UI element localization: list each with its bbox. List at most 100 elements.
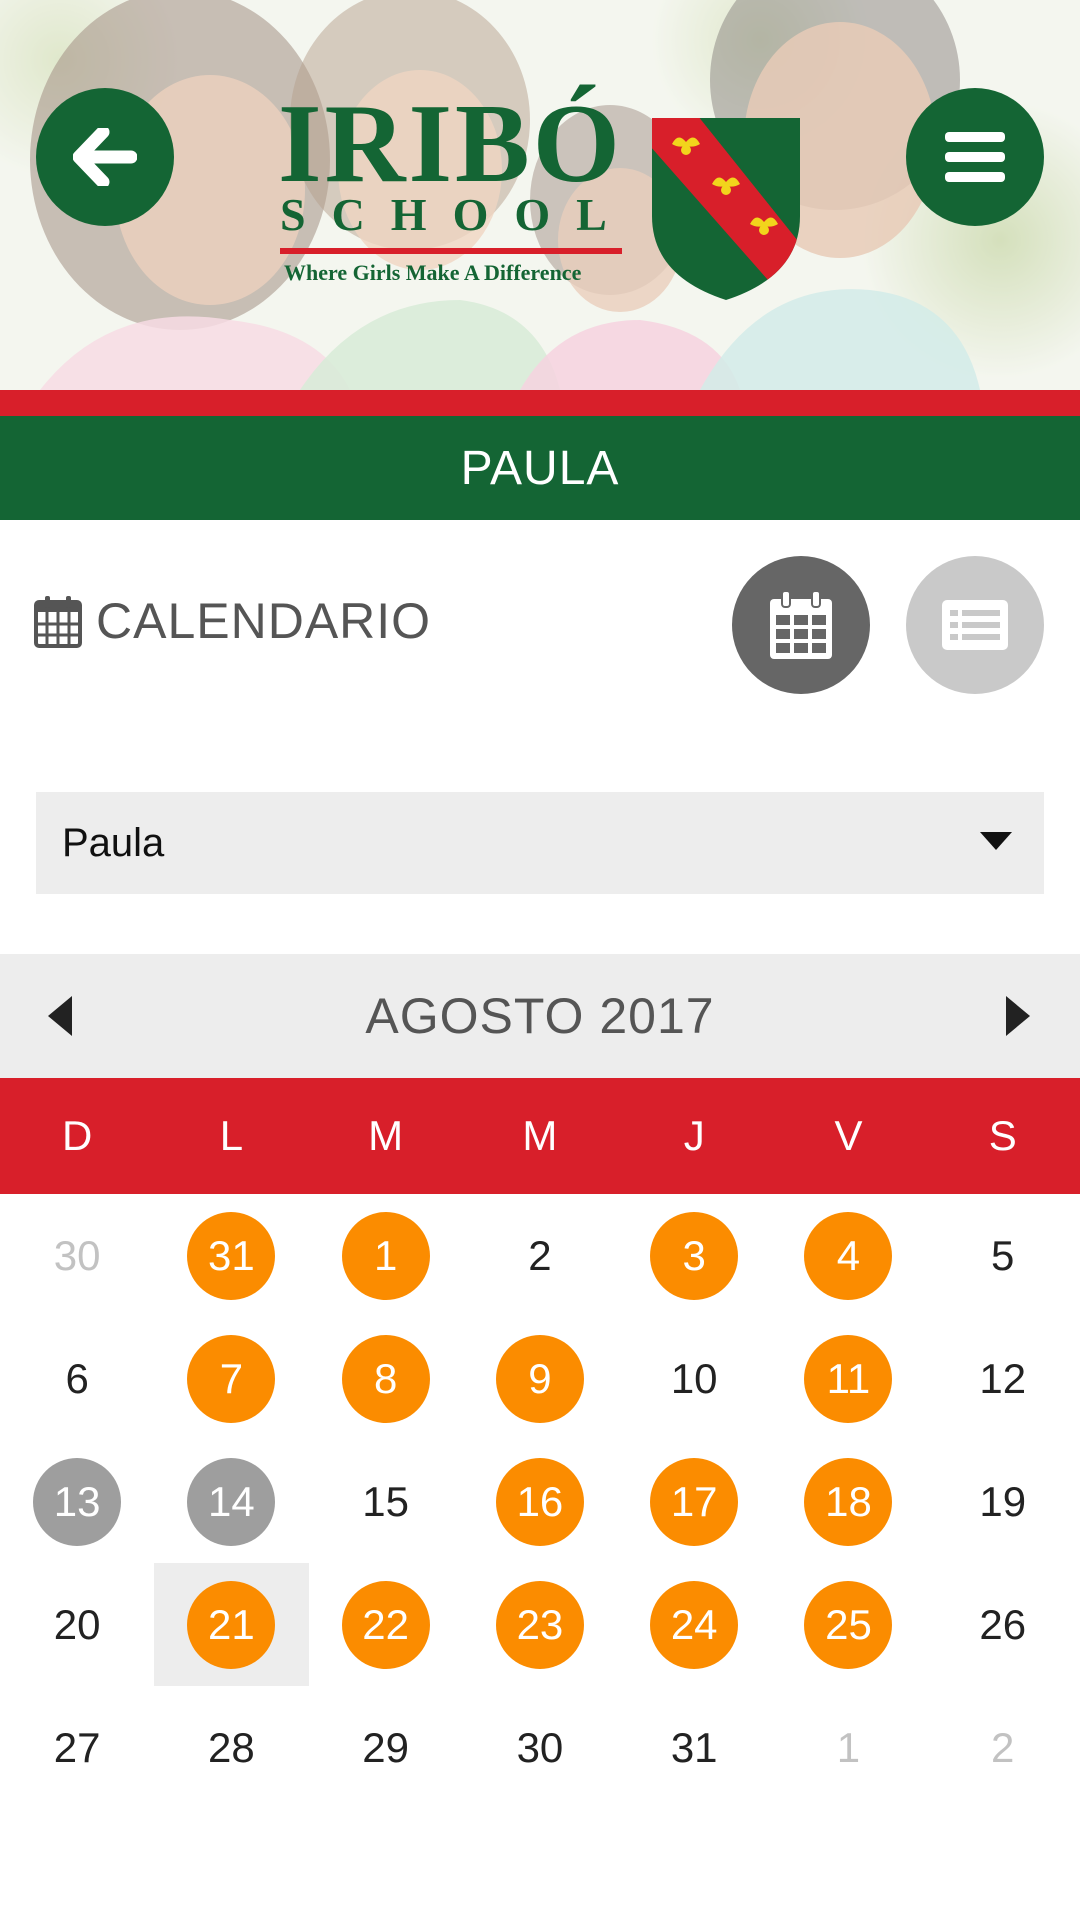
calendar-day-number: 29 — [362, 1723, 410, 1771]
calendar-day[interactable]: 13 — [0, 1440, 154, 1563]
calendar-day[interactable]: 9 — [463, 1317, 617, 1440]
header: IRIBÓ SCHOOL Where Girls Make A Differen… — [0, 0, 1080, 390]
calendar-day-today[interactable]: 21 — [154, 1563, 309, 1686]
calendar-day[interactable]: 31 — [617, 1686, 771, 1809]
list-view-button[interactable] — [906, 556, 1044, 694]
calendar-day-number: 2 — [991, 1723, 1015, 1771]
calendar-day[interactable]: 20 — [0, 1563, 154, 1686]
calendar-day-number: 22 — [341, 1580, 430, 1669]
calendar-day-number: 25 — [804, 1580, 893, 1669]
calendar-day[interactable]: 1 — [309, 1194, 463, 1317]
calendar-day[interactable]: 29 — [309, 1686, 463, 1809]
calendar-day-number: 2 — [528, 1231, 552, 1279]
calendar-day-number: 20 — [53, 1600, 101, 1648]
logo-wordmark: IRIBÓ — [278, 82, 623, 206]
caret-down-icon — [980, 832, 1012, 850]
next-month-button[interactable] — [1006, 996, 1030, 1036]
calendar-day-number: 11 — [804, 1334, 893, 1423]
calendar-day-number: 4 — [804, 1211, 893, 1300]
calendar-day[interactable]: 22 — [309, 1563, 463, 1686]
calendar-day[interactable]: 11 — [771, 1317, 925, 1440]
calendar-day[interactable]: 10 — [617, 1317, 771, 1440]
calendar-day[interactable]: 30 — [463, 1686, 617, 1809]
calendar-day[interactable]: 2 — [926, 1686, 1080, 1809]
calendar-day-number: 13 — [33, 1457, 122, 1546]
calendar-day-number: 15 — [362, 1477, 410, 1525]
calendar-grid-icon — [770, 590, 832, 659]
calendar-week-row: 6 7 8 9 10 11 12 — [0, 1317, 1080, 1440]
calendar-day-number: 16 — [495, 1457, 584, 1546]
calendar-day-number: 17 — [650, 1457, 739, 1546]
calendar-week-row: 30 31 1 2 3 4 5 — [0, 1194, 1080, 1317]
calendar-day[interactable]: 24 — [617, 1563, 771, 1686]
calendar-day[interactable]: 12 — [926, 1317, 1080, 1440]
student-select[interactable]: Paula — [36, 792, 1044, 894]
calendar-day[interactable]: 2 — [463, 1194, 617, 1317]
calendar-day[interactable]: 7 — [154, 1317, 308, 1440]
calendar-day[interactable]: 1 — [771, 1686, 925, 1809]
calendar-day[interactable]: 30 — [0, 1194, 154, 1317]
calendar-day-number: 6 — [65, 1354, 89, 1402]
calendar-day-number: 10 — [670, 1354, 718, 1402]
calendar-day-number: 19 — [979, 1477, 1027, 1525]
calendar-day[interactable]: 19 — [926, 1440, 1080, 1563]
weekday-label: V — [834, 1112, 863, 1159]
calendar-day[interactable]: 25 — [771, 1563, 925, 1686]
calendar-day-number: 5 — [991, 1231, 1015, 1279]
calendar-day[interactable]: 3 — [617, 1194, 771, 1317]
calendar-day-number: 1 — [836, 1723, 861, 1771]
weekday-label: D — [61, 1112, 93, 1159]
calendar-day[interactable]: 16 — [463, 1440, 617, 1563]
calendar-day[interactable]: 6 — [0, 1317, 154, 1440]
calendar-day-number: 12 — [979, 1354, 1027, 1402]
calendar-grid: 30 31 1 2 3 4 5 6 7 8 9 10 11 12 13 14 15 16 17 18 19 20 21 22 2… — [0, 1194, 1080, 1809]
weekday-header: D L M M J V S — [0, 1078, 1080, 1194]
calendar-day[interactable]: 5 — [926, 1194, 1080, 1317]
calendar-day[interactable]: 18 — [771, 1440, 925, 1563]
calendar-day[interactable]: 14 — [154, 1440, 308, 1563]
student-select-value: Paula — [62, 820, 165, 865]
calendar-icon — [34, 596, 82, 648]
arrow-left-icon — [73, 128, 137, 186]
calendar-day-number: 31 — [187, 1211, 276, 1300]
student-name-bar: PAULA — [0, 416, 1080, 520]
logo-rule — [280, 248, 622, 254]
calendar-day-number: 27 — [53, 1723, 101, 1771]
calendar-day[interactable]: 28 — [154, 1686, 308, 1809]
weekday-label: L — [219, 1112, 244, 1159]
calendar-day-number: 14 — [187, 1457, 276, 1546]
calendar-week-row: 27 28 29 30 31 1 2 — [0, 1686, 1080, 1809]
calendar-day-number: 30 — [53, 1231, 101, 1279]
back-button[interactable] — [36, 88, 174, 226]
calendar-day-number: 31 — [670, 1723, 718, 1771]
menu-button[interactable] — [906, 88, 1044, 226]
calendar-day[interactable]: 27 — [0, 1686, 154, 1809]
calendar-day-number: 1 — [341, 1211, 430, 1300]
calendar-day-number: 9 — [495, 1334, 584, 1423]
previous-month-button[interactable] — [48, 996, 72, 1036]
calendar-day-number: 24 — [650, 1580, 739, 1669]
month-label: AGOSTO 2017 — [365, 988, 715, 1044]
calendar-week-row: 13 14 15 16 17 18 19 — [0, 1440, 1080, 1563]
calendar-day-number: 21 — [187, 1580, 276, 1669]
calendar-week-row: 20 21 22 23 24 25 26 — [0, 1563, 1080, 1686]
calendar-day-number: 26 — [979, 1600, 1027, 1648]
logo-tagline: Where Girls Make A Difference — [284, 260, 582, 285]
calendar-day[interactable]: 8 — [309, 1317, 463, 1440]
school-logo: IRIBÓ SCHOOL Where Girls Make A Differen… — [270, 82, 810, 302]
calendar-day-number: 23 — [495, 1580, 584, 1669]
calendar-day[interactable]: 4 — [771, 1194, 925, 1317]
hamburger-menu-icon — [945, 132, 1005, 182]
calendar-day-number: 28 — [208, 1723, 255, 1771]
calendar-view-button[interactable] — [732, 556, 870, 694]
month-navigation: AGOSTO 2017 — [0, 954, 1080, 1078]
calendar-day[interactable]: 17 — [617, 1440, 771, 1563]
calendar-day[interactable]: 26 — [926, 1563, 1080, 1686]
calendar-day-number: 18 — [804, 1457, 893, 1546]
list-icon — [942, 600, 1008, 650]
section-title-label: CALENDARIO — [96, 593, 432, 649]
calendar-day[interactable]: 15 — [309, 1440, 463, 1563]
calendar-day[interactable]: 23 — [463, 1563, 617, 1686]
calendar-day[interactable]: 31 — [154, 1194, 308, 1317]
weekday-label: M — [522, 1112, 558, 1159]
